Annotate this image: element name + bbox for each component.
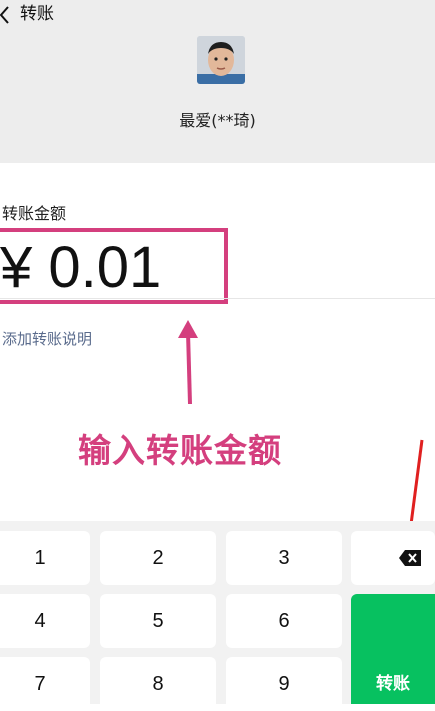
key-5[interactable]: 5: [100, 594, 216, 648]
top-header: 转账 最爱(**琦): [0, 0, 435, 163]
avatar: [197, 36, 245, 84]
key-4[interactable]: 4: [0, 594, 90, 648]
key-9[interactable]: 9: [226, 657, 342, 711]
key-1[interactable]: 1: [0, 531, 90, 585]
transfer-button[interactable]: 转账: [351, 594, 435, 704]
add-note-link[interactable]: 添加转账说明: [2, 328, 92, 349]
amount-label: 转账金额: [2, 204, 67, 223]
key-7[interactable]: 7: [0, 657, 90, 711]
annotation-text: 输入转账金额: [78, 431, 282, 470]
delete-key[interactable]: [351, 531, 435, 585]
key-2[interactable]: 2: [100, 531, 216, 585]
annotation-arrow-up-icon: [178, 320, 198, 405]
key-6[interactable]: 6: [226, 594, 342, 648]
amount-input[interactable]: ¥ 0.01: [0, 238, 161, 298]
page-title: 转账: [20, 4, 54, 24]
divider: [0, 298, 435, 299]
payee-name: 最爱(**琦): [179, 111, 256, 130]
back-icon[interactable]: [0, 4, 10, 26]
key-3[interactable]: 3: [226, 531, 342, 585]
key-8[interactable]: 8: [100, 657, 216, 711]
backspace-icon: [399, 550, 421, 566]
